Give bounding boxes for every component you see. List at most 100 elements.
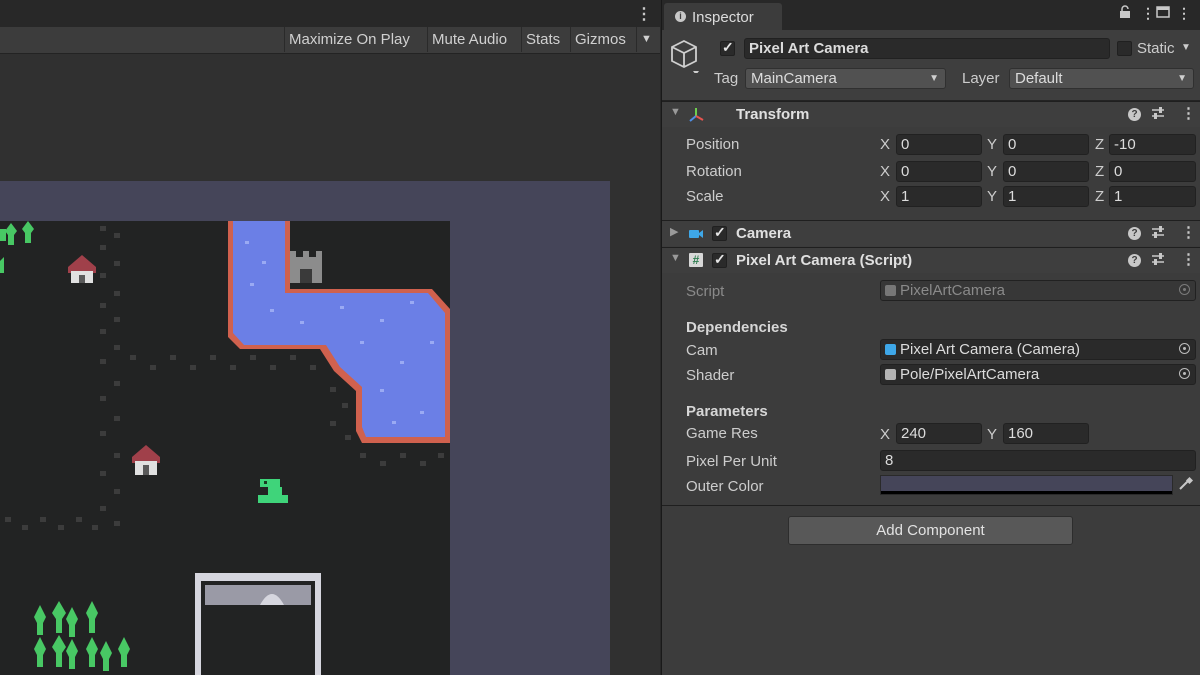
kebab-menu-icon[interactable]: ⋮ <box>1181 223 1196 241</box>
river <box>228 221 450 443</box>
game-view-tab-strip: ⋮ <box>0 0 660 27</box>
rotation-y-field[interactable]: 0 <box>1003 161 1089 182</box>
tag-value: MainCamera <box>751 70 837 87</box>
cam-label: Cam <box>686 342 718 359</box>
transform-body: Position X 0 Y 0 Z -10 Rotation X 0 Y 0 … <box>662 127 1200 219</box>
inspector-panel: i Inspector ⋮ ⋮ Pixel Art Camera Static … <box>661 0 1200 675</box>
rotation-x-axis: X <box>880 163 891 180</box>
pixel-per-unit-label: Pixel Per Unit <box>686 453 777 470</box>
tab-inspector[interactable]: i Inspector <box>664 3 782 30</box>
object-picker-icon <box>1179 284 1190 295</box>
camera-component-header[interactable]: ▶ Camera ? ⋮ <box>662 220 1200 246</box>
gameobject-cube-icon <box>671 39 701 77</box>
game-res-y-field[interactable]: 160 <box>1003 423 1089 444</box>
position-z-field[interactable]: -10 <box>1109 134 1196 155</box>
mute-audio-button[interactable]: Mute Audio <box>427 27 518 52</box>
castle-sprite <box>290 251 322 283</box>
layer-value: Default <box>1015 70 1063 87</box>
script-component-body: Script PixelArtCamera Dependencies Cam P… <box>662 273 1200 505</box>
kebab-menu-icon[interactable]: ⋮ <box>1141 5 1155 22</box>
object-picker-icon[interactable] <box>1179 343 1190 354</box>
presets-sliders-icon[interactable] <box>1151 225 1165 242</box>
shader-object-field[interactable]: Pole/PixelArtCamera <box>880 364 1196 385</box>
help-icon[interactable]: ? <box>1128 108 1141 121</box>
game-view-menu-icon[interactable]: ⋮ <box>636 4 652 24</box>
static-checkbox[interactable] <box>1117 41 1132 56</box>
position-x-axis: X <box>880 136 891 153</box>
script-label: Script <box>686 283 725 300</box>
gate-sprite <box>195 573 321 675</box>
tree-sprites <box>0 221 130 671</box>
game-view: ⋮ Maximize On Play Mute Audio Stats Gizm… <box>0 0 660 675</box>
transform-axes-icon <box>688 107 704 127</box>
position-label: Position <box>686 136 740 153</box>
object-header: Pixel Art Camera Static ▼ Tag MainCamera… <box>662 30 1200 101</box>
component-separator <box>662 505 1200 506</box>
script-enabled-checkbox[interactable] <box>712 251 727 268</box>
script-component-title: Pixel Art Camera (Script) <box>736 252 913 269</box>
game-res-x-field[interactable]: 240 <box>896 423 982 444</box>
game-res-y-axis: Y <box>987 426 998 443</box>
foldout-expanded-icon[interactable]: ▼ <box>670 252 681 264</box>
pixel-per-unit-field[interactable]: 8 <box>880 450 1196 471</box>
snake-sprite <box>258 479 288 503</box>
game-res-label: Game Res <box>686 425 758 442</box>
rotation-y-axis: Y <box>987 163 998 180</box>
panel-menu-icon[interactable]: ⋮ <box>1177 5 1191 22</box>
object-picker-icon[interactable] <box>1179 368 1190 379</box>
cam-object-field[interactable]: Pixel Art Camera (Camera) <box>880 339 1196 360</box>
scale-y-axis: Y <box>987 188 998 205</box>
object-active-checkbox[interactable] <box>720 39 735 56</box>
camera-enabled-checkbox[interactable] <box>712 224 727 241</box>
rotation-x-field[interactable]: 0 <box>896 161 982 182</box>
foldout-collapsed-icon[interactable]: ▶ <box>670 225 678 238</box>
lock-icon[interactable] <box>1119 5 1131 22</box>
presets-sliders-icon[interactable] <box>1151 106 1165 123</box>
camera-title: Camera <box>736 225 792 242</box>
stats-button[interactable]: Stats <box>521 27 568 52</box>
rotation-label: Rotation <box>686 163 742 180</box>
inspector-tab-bar: i Inspector ⋮ ⋮ <box>662 0 1200 30</box>
shader-file-icon <box>885 369 896 380</box>
tag-dropdown[interactable]: MainCamera ▼ <box>745 68 946 89</box>
layer-dropdown[interactable]: Default ▼ <box>1009 68 1194 89</box>
outer-color-label: Outer Color <box>686 478 764 495</box>
position-y-axis: Y <box>987 136 998 153</box>
shader-label: Shader <box>686 367 735 384</box>
help-icon[interactable]: ? <box>1128 227 1141 240</box>
info-icon: i <box>675 11 686 22</box>
kebab-menu-icon[interactable]: ⋮ <box>1181 104 1196 122</box>
scale-y-field[interactable]: 1 <box>1003 186 1089 207</box>
static-label: Static <box>1137 40 1175 57</box>
script-object-field: PixelArtCamera <box>880 280 1196 301</box>
script-value: PixelArtCamera <box>900 282 1006 299</box>
transform-title: Transform <box>736 106 810 123</box>
help-icon[interactable]: ? <box>1128 254 1141 267</box>
script-component-header[interactable]: ▼ # Pixel Art Camera (Script) ? ⋮ <box>662 247 1200 273</box>
eyedropper-icon[interactable] <box>1177 476 1194 496</box>
gizmos-dropdown-arrow-icon[interactable]: ▼ <box>636 27 660 52</box>
static-dropdown-arrow-icon[interactable]: ▼ <box>1181 42 1191 53</box>
kebab-menu-icon[interactable]: ⋮ <box>1181 250 1196 268</box>
rotation-z-field[interactable]: 0 <box>1109 161 1196 182</box>
camera-icon <box>885 344 896 355</box>
shader-value: Pole/PixelArtCamera <box>900 366 1040 383</box>
scale-z-field[interactable]: 1 <box>1109 186 1196 207</box>
maximize-on-play-button[interactable]: Maximize On Play <box>284 27 423 52</box>
parameters-header: Parameters <box>686 403 768 420</box>
outer-color-swatch[interactable] <box>880 475 1173 495</box>
maximize-icon[interactable] <box>1156 5 1170 21</box>
scale-x-field[interactable]: 1 <box>896 186 982 207</box>
camera-icon <box>688 227 704 244</box>
position-y-field[interactable]: 0 <box>1003 134 1089 155</box>
tag-label: Tag <box>714 70 739 87</box>
script-file-icon <box>885 285 896 296</box>
foldout-expanded-icon[interactable]: ▼ <box>670 106 681 118</box>
house-sprite <box>68 255 96 283</box>
position-x-field[interactable]: 0 <box>896 134 982 155</box>
gizmos-button[interactable]: Gizmos <box>570 27 634 52</box>
transform-component-header[interactable]: ▼ Transform ? ⋮ <box>662 101 1200 127</box>
add-component-button[interactable]: Add Component <box>788 516 1073 545</box>
presets-sliders-icon[interactable] <box>1151 252 1165 269</box>
object-name-field[interactable]: Pixel Art Camera <box>744 38 1110 59</box>
